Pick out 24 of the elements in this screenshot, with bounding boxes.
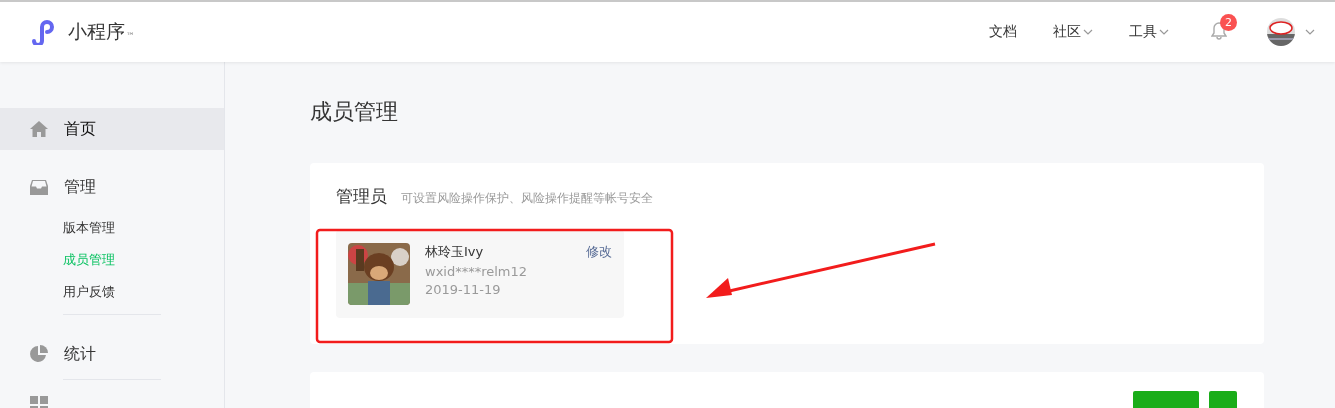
member-name: 林玲玉Ivy	[425, 243, 485, 261]
sidebar-item[interactable]: 首页	[0, 108, 224, 150]
sidebar-subitem[interactable]: 用户反馈	[0, 276, 224, 308]
home-icon	[30, 121, 48, 137]
nav-link[interactable]: 社区	[1053, 23, 1093, 41]
chevron-down-icon	[1305, 29, 1315, 35]
nav-link[interactable]: 文档	[989, 23, 1017, 41]
sidebar-item[interactable]: 统计	[0, 333, 224, 375]
notification-badge: 2	[1220, 14, 1237, 31]
page-title: 成员管理	[310, 98, 399, 126]
logo-text: 小程序	[68, 19, 125, 44]
bell-icon[interactable]	[1211, 22, 1227, 40]
card-title: 管理员	[336, 185, 387, 208]
sidebar-item[interactable]: 管理	[0, 166, 224, 208]
inbox-icon	[30, 179, 48, 195]
card-hint: 可设置风险操作保护、风险操作提醒等帐号安全	[401, 190, 653, 207]
sidebar-subitem[interactable]: 版本管理	[0, 212, 224, 244]
edit-link[interactable]: 修改	[586, 243, 612, 261]
pie-chart-icon	[30, 345, 48, 363]
user-avatar[interactable]	[1267, 18, 1295, 46]
member-date: 2019-11-19	[425, 282, 502, 297]
trademark-mark: ™	[126, 31, 135, 41]
member-wxid: wxid****relm12	[425, 264, 529, 279]
nav-link[interactable]: 工具	[1129, 23, 1169, 41]
